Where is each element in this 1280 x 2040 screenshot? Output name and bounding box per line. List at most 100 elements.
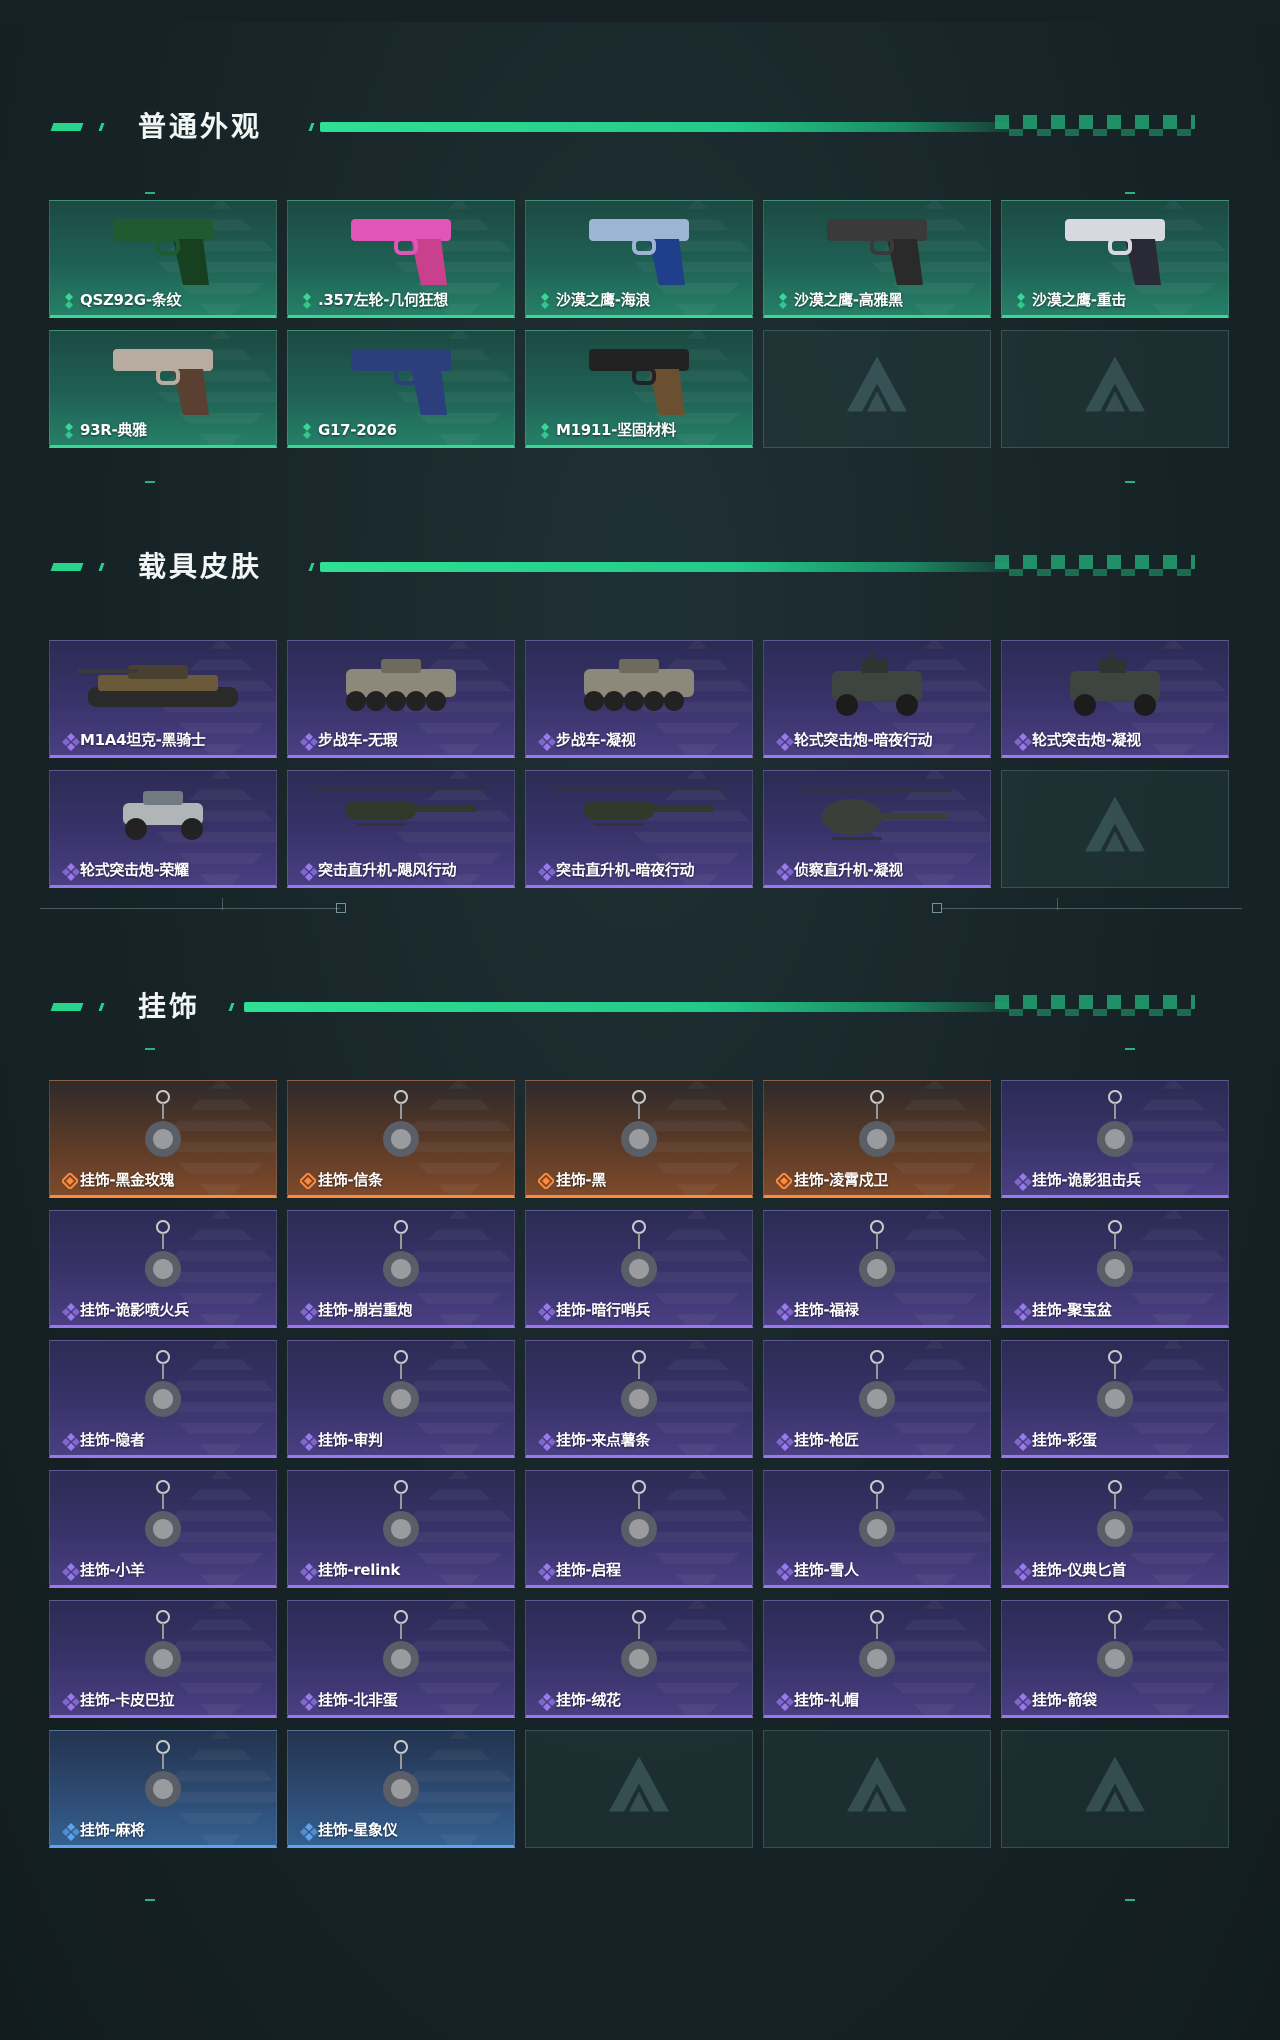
- item-card[interactable]: G17-2026: [287, 330, 515, 448]
- item-card[interactable]: 挂饰-崩岩重炮: [287, 1210, 515, 1328]
- item-card[interactable]: 轮式突击炮-暗夜行动: [763, 640, 991, 758]
- rarity-icon: [62, 863, 80, 881]
- item-card[interactable]: 挂饰-福禄: [763, 1210, 991, 1328]
- item-card[interactable]: M1911-坚固材料: [525, 330, 753, 448]
- item-card[interactable]: 93R-典雅: [49, 330, 277, 448]
- timeline-line: [942, 908, 1242, 909]
- item-card[interactable]: 挂饰-礼帽: [763, 1600, 991, 1718]
- charm-icon: [852, 1219, 902, 1304]
- item-card[interactable]: 步战车-凝视: [525, 640, 753, 758]
- item-card[interactable]: 挂饰-诡影喷火兵: [49, 1210, 277, 1328]
- empty-slot: [1001, 770, 1229, 888]
- item-card[interactable]: 挂饰-审判: [287, 1340, 515, 1458]
- item-label: 挂饰-relink: [318, 1561, 401, 1579]
- empty-slot-logo-icon: [604, 1752, 674, 1827]
- item-card[interactable]: 轮式突击炮-凝视: [1001, 640, 1229, 758]
- item-label: 挂饰-卡皮巴拉: [80, 1691, 175, 1709]
- pistol-g17-icon: [341, 339, 461, 424]
- item-card[interactable]: 挂饰-暗行哨兵: [525, 1210, 753, 1328]
- rarity-icon: [1014, 733, 1032, 751]
- item-card[interactable]: 挂饰-雪人: [763, 1470, 991, 1588]
- item-label: 挂饰-枪匠: [794, 1431, 859, 1449]
- item-label: 挂饰-星象仪: [318, 1821, 398, 1839]
- item-card[interactable]: 挂饰-卡皮巴拉: [49, 1600, 277, 1718]
- item-label: 沙漠之鹰-高雅黑: [794, 291, 903, 309]
- pistol-93r-icon: [103, 339, 223, 424]
- header-checker: [995, 569, 1195, 576]
- item-card[interactable]: .357左轮-几何狂想: [287, 200, 515, 318]
- item-card[interactable]: 挂饰-北非蛋: [287, 1600, 515, 1718]
- item-card[interactable]: 挂饰-凌霄戍卫: [763, 1080, 991, 1198]
- item-card[interactable]: 步战车-无瑕: [287, 640, 515, 758]
- charm-icon: [376, 1349, 426, 1434]
- rarity-icon: [538, 733, 556, 751]
- item-label: M1911-坚固材料: [556, 421, 676, 439]
- revolver-pink-icon: [341, 209, 461, 294]
- item-card[interactable]: QSZ92G-条纹: [49, 200, 277, 318]
- item-label: 步战车-无瑕: [318, 731, 398, 749]
- item-card[interactable]: 挂饰-星象仪: [287, 1730, 515, 1848]
- item-card[interactable]: 挂饰-来点薯条: [525, 1340, 753, 1458]
- header-dash: [308, 563, 315, 571]
- charm-icon: [138, 1219, 188, 1304]
- item-card[interactable]: 挂饰-诡影狙击兵: [1001, 1080, 1229, 1198]
- charm-icon: [376, 1219, 426, 1304]
- item-label: 挂饰-黑: [556, 1171, 607, 1189]
- item-card[interactable]: 挂饰-黑: [525, 1080, 753, 1198]
- section-title: 挂饰: [138, 990, 201, 1023]
- item-card[interactable]: 轮式突击炮-荣耀: [49, 770, 277, 888]
- item-card[interactable]: 侦察直升机-凝视: [763, 770, 991, 888]
- rarity-icon: [1014, 1563, 1032, 1581]
- item-card[interactable]: 挂饰-麻将: [49, 1730, 277, 1848]
- item-card[interactable]: 挂饰-仪典匕首: [1001, 1470, 1229, 1588]
- rarity-icon: [62, 1563, 80, 1581]
- item-label: 挂饰-福禄: [794, 1301, 859, 1319]
- item-card[interactable]: 挂饰-小羊: [49, 1470, 277, 1588]
- item-card[interactable]: 突击直升机-暗夜行动: [525, 770, 753, 888]
- rarity-icon: [300, 1433, 318, 1451]
- header-checker: [995, 115, 1195, 129]
- item-label: 轮式突击炮-暗夜行动: [794, 731, 933, 749]
- rarity-icon: [62, 1303, 80, 1321]
- rarity-icon: [776, 1563, 794, 1581]
- timeline-line: [1057, 898, 1058, 910]
- rarity-icon: [62, 423, 76, 439]
- charm-icon: [1090, 1609, 1140, 1694]
- item-card[interactable]: 挂饰-聚宝盆: [1001, 1210, 1229, 1328]
- rarity-icon: [300, 1823, 318, 1841]
- item-card[interactable]: 挂饰-信条: [287, 1080, 515, 1198]
- header-checker: [995, 1009, 1195, 1016]
- item-card[interactable]: 挂饰-relink: [287, 1470, 515, 1588]
- header-dash: [98, 123, 105, 131]
- item-card[interactable]: 挂饰-隐者: [49, 1340, 277, 1458]
- item-card[interactable]: 挂饰-启程: [525, 1470, 753, 1588]
- rarity-icon: [538, 423, 552, 439]
- rarity-icon: [300, 1693, 318, 1711]
- rarity-icon: [300, 293, 314, 309]
- empty-slot-logo-icon: [1080, 1752, 1150, 1827]
- item-card[interactable]: M1A4坦克-黑骑士: [49, 640, 277, 758]
- item-label: 沙漠之鹰-海浪: [556, 291, 651, 309]
- rarity-icon: [60, 1171, 80, 1191]
- item-card[interactable]: 挂饰-黑金玫瑰: [49, 1080, 277, 1198]
- item-card[interactable]: 挂饰-箭袋: [1001, 1600, 1229, 1718]
- rarity-icon: [1014, 1693, 1032, 1711]
- item-label: 挂饰-雪人: [794, 1561, 859, 1579]
- item-card[interactable]: 沙漠之鹰-海浪: [525, 200, 753, 318]
- rarity-icon: [62, 1433, 80, 1451]
- charm-icon: [614, 1219, 664, 1304]
- header-dash: [98, 563, 105, 571]
- item-card[interactable]: 沙漠之鹰-高雅黑: [763, 200, 991, 318]
- pistol-camo-icon: [103, 209, 223, 294]
- empty-slot-logo-icon: [1080, 792, 1150, 867]
- item-card[interactable]: 挂饰-绒花: [525, 1600, 753, 1718]
- charm-icon: [138, 1349, 188, 1434]
- item-card[interactable]: 沙漠之鹰-重击: [1001, 200, 1229, 318]
- item-label: 沙漠之鹰-重击: [1032, 291, 1127, 309]
- charm-icon: [138, 1739, 188, 1824]
- charm-icon: [852, 1089, 902, 1174]
- item-card[interactable]: 挂饰-彩蛋: [1001, 1340, 1229, 1458]
- item-label: 挂饰-暗行哨兵: [556, 1301, 651, 1319]
- item-card[interactable]: 挂饰-枪匠: [763, 1340, 991, 1458]
- item-card[interactable]: 突击直升机-飓风行动: [287, 770, 515, 888]
